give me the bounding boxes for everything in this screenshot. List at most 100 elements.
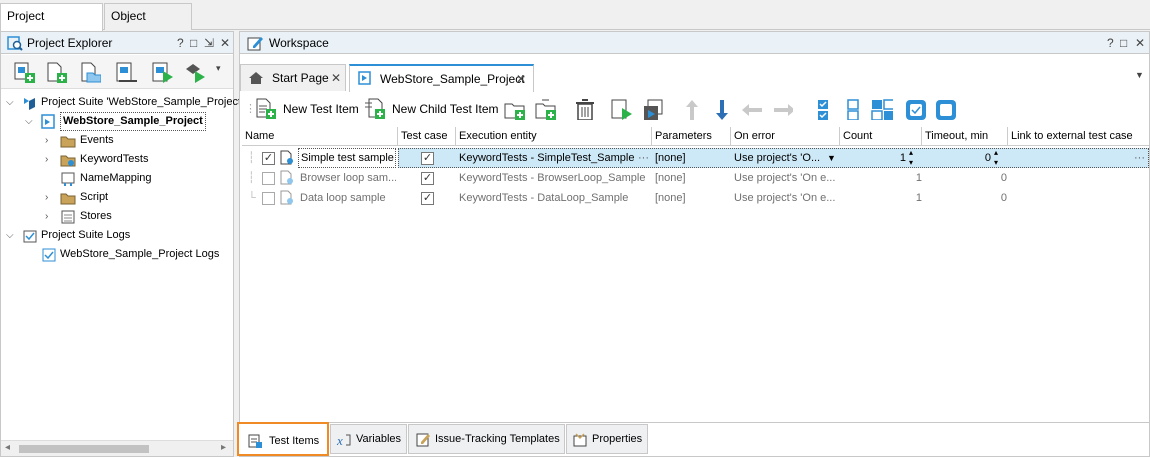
collapse-icon[interactable]: ⌵	[6, 93, 14, 112]
properties-icon	[573, 433, 587, 447]
row-execution-entity: KeywordTests - DataLoop_Sample	[459, 192, 629, 204]
column-header-link[interactable]: Link to external test case	[1008, 127, 1149, 146]
column-header-count[interactable]: Count	[840, 127, 922, 146]
explorer-search-icon	[7, 36, 23, 51]
table-row[interactable]: └ Data loop sample ✓ KeywordTests - Data…	[242, 188, 1149, 208]
tab-properties[interactable]: Properties	[566, 424, 648, 454]
count-spin-icon[interactable]: ▴ ▾	[909, 148, 913, 168]
row-timeout: 0	[984, 152, 991, 164]
help-icon[interactable]: ?	[177, 32, 184, 54]
tree-item-stores[interactable]: › Stores	[1, 207, 233, 226]
tabs-dropdown-icon[interactable]: ▼	[1135, 70, 1144, 80]
uncheck-test-case-icon[interactable]	[934, 98, 956, 120]
new-group-icon[interactable]	[503, 98, 525, 120]
column-header-name[interactable]: Name	[242, 127, 398, 146]
tab-variables[interactable]: x Variables	[330, 424, 407, 454]
tree-item-label: Stores	[80, 210, 112, 222]
scroll-left-icon[interactable]: ◂	[5, 442, 10, 453]
column-header-execution-entity[interactable]: Execution entity	[456, 127, 652, 146]
column-header-test-case[interactable]: Test case	[398, 127, 456, 146]
script-icon	[60, 193, 76, 205]
maximize-icon[interactable]: □	[1120, 32, 1127, 54]
close-icon[interactable]: ✕	[220, 32, 230, 54]
tab-label: Issue-Tracking Templates	[435, 433, 560, 445]
run-selected-icon[interactable]	[610, 98, 632, 120]
link-ellipsis-button[interactable]: ···	[1134, 148, 1145, 168]
enable-all-icon[interactable]	[813, 98, 835, 120]
new-test-item-button[interactable]: New Test Item	[254, 96, 359, 122]
column-header-on-error[interactable]: On error	[731, 127, 840, 146]
tree-item-project-suite[interactable]: ⌵ Project Suite 'WebStore_Sample_Project	[1, 93, 241, 112]
expand-icon[interactable]: ›	[45, 150, 48, 169]
button-label: New Child Test Item	[392, 102, 499, 116]
move-left-icon[interactable]	[740, 98, 762, 120]
tree-item-script[interactable]: › Script	[1, 188, 233, 207]
pin-icon[interactable]: ⇲	[204, 32, 214, 54]
move-down-icon[interactable]	[710, 98, 732, 120]
tab-label: Test Items	[269, 435, 320, 447]
close-tab-icon[interactable]: ✕	[331, 65, 341, 91]
help-icon[interactable]: ?	[1107, 32, 1114, 54]
tree-item-events[interactable]: › Events	[1, 131, 233, 150]
close-tab-icon[interactable]: ✕	[516, 66, 526, 92]
run-project-icon[interactable]	[151, 61, 173, 83]
close-icon[interactable]: ✕	[1135, 32, 1145, 54]
scroll-right-icon[interactable]: ▸	[221, 442, 226, 453]
table-row[interactable]: ┆ Browser loop sam... ✓ KeywordTests - B…	[242, 168, 1149, 188]
check-test-case-icon[interactable]	[904, 98, 926, 120]
scrollbar-thumb[interactable]	[19, 445, 149, 453]
dropdown-icon[interactable]: ▼	[827, 148, 836, 168]
add-project-icon[interactable]	[13, 61, 35, 83]
new-child-test-item-button[interactable]: New Child Test Item	[363, 96, 499, 122]
tree-item-project-suite-logs[interactable]: ⌵ Project Suite Logs	[1, 226, 233, 245]
column-header-parameters[interactable]: Parameters	[652, 127, 731, 146]
open-file-icon[interactable]	[79, 61, 101, 83]
tree-item-namemapping[interactable]: NameMapping	[1, 169, 233, 188]
ellipsis-button[interactable]: ···	[638, 148, 649, 168]
row-parameters: [none]	[655, 152, 686, 164]
timeout-spin-icon[interactable]: ▴ ▾	[994, 148, 998, 168]
tree-item-label: Project Suite Logs	[41, 229, 131, 241]
enabled-checkbox[interactable]: ✓	[262, 152, 275, 165]
test-case-checkbox[interactable]: ✓	[421, 172, 434, 185]
project-icon[interactable]	[115, 61, 137, 83]
tab-test-items[interactable]: Test Items	[237, 422, 329, 456]
enabled-checkbox[interactable]	[262, 172, 275, 185]
tab-start-page[interactable]: Start Page ✕	[240, 64, 346, 91]
move-up-icon[interactable]	[680, 98, 702, 120]
test-case-checkbox[interactable]: ✓	[421, 152, 434, 165]
tree-item-label: Script	[80, 191, 109, 203]
tree-item-project-logs[interactable]: WebStore_Sample_Project Logs	[1, 245, 233, 264]
enabled-checkbox[interactable]	[262, 192, 275, 205]
row-on-error: Use project's 'On e...	[734, 192, 836, 204]
collapse-icon[interactable]: ⌵	[25, 112, 33, 131]
toggle-all-icon[interactable]	[871, 98, 893, 120]
tab-webstore-sample-project[interactable]: WebStore_Sample_Project ✕	[349, 64, 534, 92]
tab-label: Properties	[592, 433, 643, 445]
tab-issue-tracking-templates[interactable]: Issue-Tracking Templates	[408, 424, 565, 454]
tab-object-browser[interactable]: Object Browser	[104, 3, 192, 47]
run-item-icon[interactable]	[183, 61, 205, 83]
row-on-error: Use project's 'On e...	[734, 172, 836, 184]
expand-icon[interactable]: ›	[45, 207, 48, 226]
new-child-group-icon[interactable]	[534, 98, 556, 120]
expand-icon[interactable]: ›	[45, 188, 48, 207]
disable-all-icon[interactable]	[843, 98, 865, 120]
tree-item-project[interactable]: ⌵ WebStore_Sample_Project	[1, 112, 233, 131]
maximize-icon[interactable]: □	[190, 32, 197, 54]
tab-project-workspace[interactable]: Project Workspace	[0, 3, 103, 47]
table-row[interactable]: ┆ ✓ Simple test sample ✓ KeywordTests - …	[242, 148, 1149, 168]
test-item-icon	[280, 190, 293, 205]
collapse-icon[interactable]: ⌵	[6, 226, 14, 245]
column-header-timeout[interactable]: Timeout, min	[922, 127, 1008, 146]
tree-item-keywordtests[interactable]: › KeywordTests	[1, 150, 233, 169]
add-item-icon[interactable]	[45, 61, 67, 83]
run-focused-icon[interactable]	[642, 98, 664, 120]
delete-icon[interactable]	[573, 98, 595, 120]
dropdown-icon[interactable]: ▾	[216, 63, 221, 74]
explorer-horizontal-scrollbar[interactable]: ◂ ▸	[1, 440, 233, 456]
name-mapping-icon	[61, 172, 75, 186]
move-right-icon[interactable]	[771, 98, 793, 120]
expand-icon[interactable]: ›	[45, 131, 48, 150]
test-case-checkbox[interactable]: ✓	[421, 192, 434, 205]
